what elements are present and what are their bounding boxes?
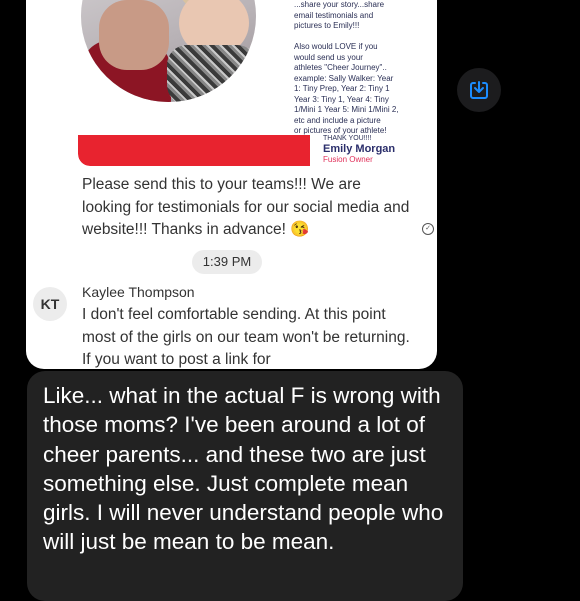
download-button[interactable] (457, 68, 501, 112)
sender-name: Kaylee Thompson (82, 284, 195, 300)
caption-bubble: Like... what in the actual F is wrong wi… (27, 371, 463, 601)
flyer-signature-name: Emily Morgan (323, 143, 396, 155)
reply-text: I don't feel comfortable sending. At thi… (82, 306, 410, 368)
flyer-red-banner (78, 135, 310, 166)
message-body: Please send this to your teams!!! We are… (82, 176, 410, 238)
timestamp-pill: 1:39 PM (192, 250, 262, 274)
athlete-photo (81, 0, 256, 102)
flyer-text: ...share your story...share email testim… (294, 0, 399, 135)
flyer-image: ...share your story...share email testim… (78, 0, 430, 166)
caption-text: Like... what in the actual F is wrong wi… (43, 383, 444, 555)
download-icon (470, 81, 488, 99)
flyer-signature-role: Fusion Owner (323, 155, 373, 164)
sent-check-icon: ✓ (422, 223, 434, 235)
avatar[interactable]: KT (33, 287, 67, 321)
flyer-thanks: THANK YOU!!!! (323, 135, 372, 142)
